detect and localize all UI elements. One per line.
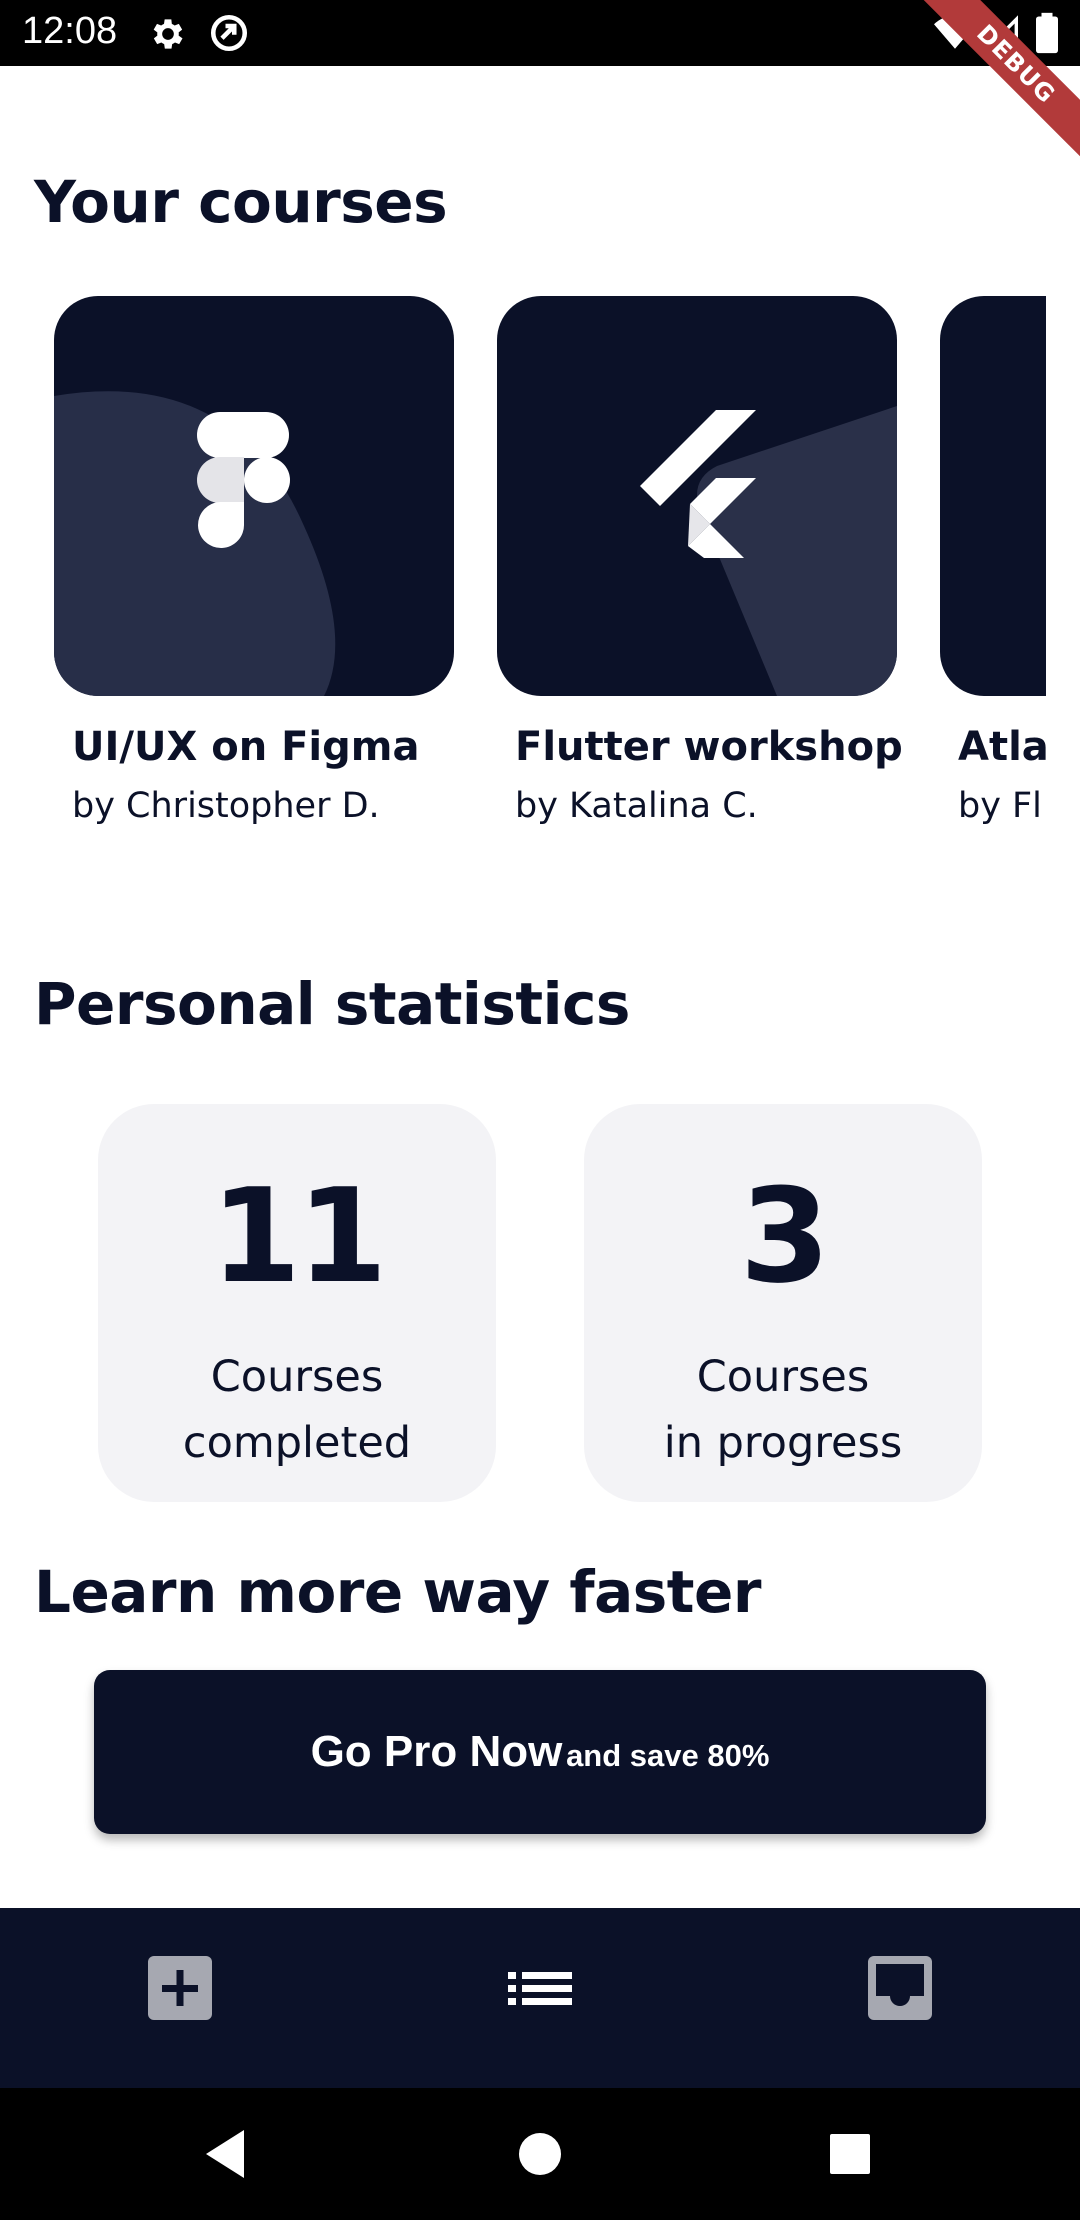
stat-label: Courses completed (98, 1344, 496, 1476)
gear-icon (153, 19, 183, 49)
debug-label: DEBUG (917, 0, 1080, 163)
stat-card-in-progress: 3 Courses in progress (584, 1104, 982, 1502)
course-card-figma[interactable]: UI/UX on Figma by Christopher D. (54, 296, 454, 826)
stat-card-completed: 11 Courses completed (98, 1104, 496, 1502)
back-icon[interactable] (192, 2122, 256, 2186)
pro-section-title: Learn more way faster (34, 1558, 761, 1626)
stat-label-line: completed (182, 1418, 412, 1468)
go-pro-savings: and save 80% (566, 1738, 770, 1773)
home-icon[interactable] (508, 2122, 572, 2186)
stats-section-title: Personal statistics (34, 970, 630, 1038)
nav-add-course[interactable] (0, 1908, 360, 2088)
nav-inbox[interactable] (720, 1908, 1080, 2088)
recents-icon[interactable] (818, 2122, 882, 2186)
list-icon (508, 1972, 572, 2005)
course-title: Atla (958, 724, 1046, 770)
add-box-icon (148, 1956, 212, 2020)
go-pro-button[interactable]: Go Pro Now and save 80% (94, 1670, 986, 1834)
stat-value: 11 (210, 1160, 388, 1312)
figma-logo-icon (197, 412, 290, 548)
sync-icon (210, 14, 248, 52)
bottom-navigation (0, 1908, 1080, 2088)
stat-label: Courses in progress (584, 1344, 982, 1476)
courses-carousel[interactable]: UI/UX on Figma by Christopher D. Flutter… (0, 296, 1046, 856)
stat-label-line: Courses (696, 1352, 870, 1402)
stat-label-line: Courses (210, 1352, 384, 1402)
nav-course-list[interactable] (360, 1908, 720, 2088)
stat-value: 3 (739, 1160, 830, 1312)
app-screen: 12:08 DEBUG Your courses UI/UX on Figma … (0, 0, 1080, 2220)
course-thumbnail[interactable] (54, 296, 454, 696)
course-card-flutter[interactable]: Flutter workshop by Katalina C. (497, 296, 903, 826)
course-thumbnail[interactable] (940, 296, 1046, 696)
course-title: Flutter workshop (515, 724, 903, 770)
course-thumbnail[interactable] (497, 296, 897, 696)
status-time: 12:08 (22, 10, 118, 52)
course-title: UI/UX on Figma (72, 724, 420, 770)
course-author: by Christopher D. (72, 786, 380, 826)
debug-ribbon: DEBUG (880, 0, 1080, 200)
course-card-third[interactable]: Atla by Fl (940, 296, 1046, 826)
course-author: by Katalina C. (515, 786, 758, 826)
go-pro-label: Go Pro Now (310, 1727, 563, 1776)
flutter-logo-icon (640, 410, 756, 558)
inbox-icon (868, 1956, 932, 2020)
course-author: by Fl (958, 786, 1042, 826)
courses-section-title: Your courses (34, 168, 448, 236)
system-navigation (0, 2088, 1080, 2220)
stat-label-line: in progress (663, 1418, 903, 1468)
